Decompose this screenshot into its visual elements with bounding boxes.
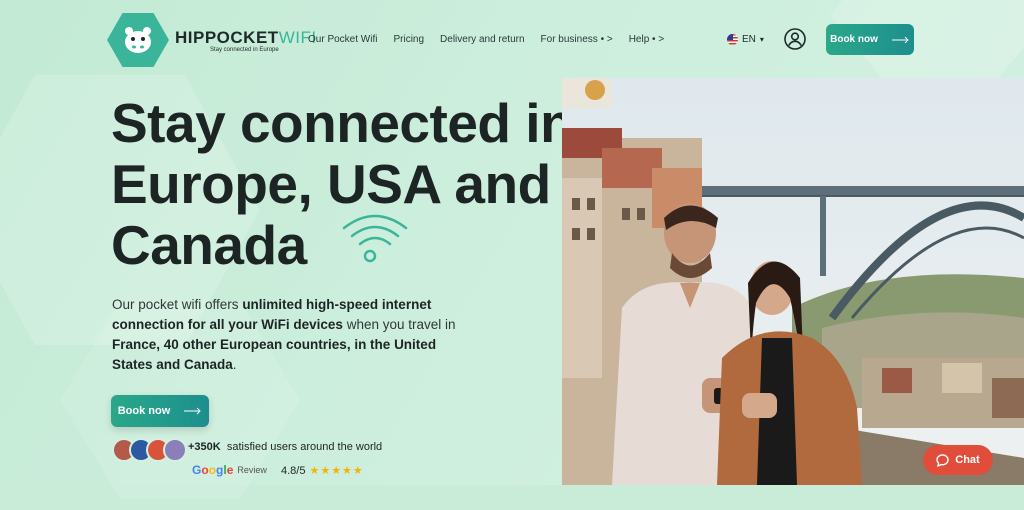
chevron-right-icon: • >: [652, 34, 665, 45]
nav-item-delivery-return[interactable]: Delivery and return: [440, 34, 524, 45]
rating-value: 4.8/5: [281, 464, 306, 477]
book-now-label: Book now: [830, 34, 878, 45]
main-nav: Our Pocket Wifi Pricing Delivery and ret…: [308, 34, 664, 45]
nav-item-help[interactable]: Help • >: [629, 34, 664, 45]
arrow-right-icon: [891, 36, 909, 43]
user-account-icon[interactable]: [784, 28, 806, 50]
language-code: EN: [742, 34, 756, 45]
users-count-text: +350K satisfied users around the world: [188, 441, 383, 453]
language-selector[interactable]: EN ▾: [727, 34, 764, 45]
review-label: Review: [237, 465, 267, 475]
chat-button[interactable]: Chat: [923, 445, 993, 475]
rating: 4.8/5 ★★★★★: [281, 464, 364, 478]
brand-name: HIPPOCKETWIFI: [175, 27, 317, 47]
star-rating-icon: ★★★★★: [309, 465, 364, 477]
hero-photo: [562, 78, 1024, 485]
arrow-right-icon: [184, 407, 201, 415]
book-now-hero-button[interactable]: Book now: [111, 395, 209, 427]
user-avatars: [112, 438, 187, 462]
nav-item-our-pocket-wifi[interactable]: Our Pocket Wifi: [308, 34, 377, 45]
chat-label: Chat: [955, 454, 980, 466]
wifi-icon: [342, 214, 408, 263]
google-review-badge[interactable]: Google Review: [192, 463, 267, 477]
chevron-right-icon: • >: [600, 34, 613, 45]
hippo-logo-icon: [107, 13, 169, 67]
chat-bubble-icon: [936, 453, 949, 467]
google-logo: Google: [192, 463, 234, 477]
us-flag-icon: [727, 34, 738, 45]
nav-item-for-business[interactable]: For business • >: [541, 34, 613, 45]
brand-logo[interactable]: HIPPOCKETWIFI Stay connected in Europe: [107, 13, 317, 67]
chevron-down-icon: ▾: [759, 35, 764, 44]
avatar: [163, 438, 187, 462]
nav-item-pricing[interactable]: Pricing: [393, 34, 424, 45]
book-now-header-button[interactable]: Book now: [826, 24, 914, 55]
hero-description: Our pocket wifi offers unlimited high-sp…: [112, 297, 456, 372]
book-now-label: Book now: [117, 405, 171, 417]
